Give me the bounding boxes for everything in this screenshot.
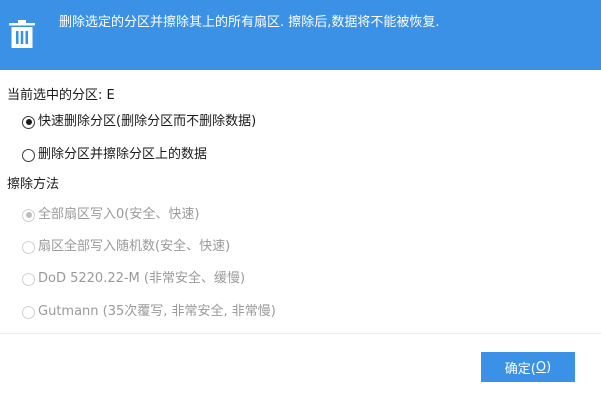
radio-button <box>22 208 35 222</box>
radio-label: 全部扇区写入0(安全、快速) <box>38 207 200 222</box>
radio-button[interactable] <box>22 115 35 129</box>
radio-label: 删除分区并擦除分区上的数据 <box>38 147 208 162</box>
radio-label: 扇区全部写入随机数(安全、快速) <box>38 239 231 254</box>
radio-button <box>22 272 35 286</box>
ok-button[interactable]: 确定(O) <box>481 352 575 382</box>
radio-button <box>22 305 35 319</box>
radio-quick-delete[interactable]: 快速删除分区(删除分区而不删除数据) <box>22 113 256 131</box>
trash-icon <box>9 20 35 48</box>
radio-wipe-random: 扇区全部写入随机数(安全、快速) <box>22 238 230 256</box>
radio-wipe-dod: DoD 5220.22-M (非常安全、缓慢) <box>22 270 245 288</box>
ok-button-hotkey: O <box>535 359 547 375</box>
radio-wipe-gutmann: Gutmann (35次覆写, 非常安全, 非常慢) <box>22 303 276 321</box>
footer-divider <box>0 333 601 334</box>
ok-button-label: 确定( <box>504 361 536 377</box>
header-message: 删除选定的分区并擦除其上的所有扇区. 擦除后,数据将不能被恢复. <box>59 15 440 30</box>
radio-button <box>22 240 35 254</box>
radio-label: 快速删除分区(删除分区而不删除数据) <box>38 114 257 129</box>
selected-partition-line: 当前选中的分区: E <box>7 87 115 105</box>
ok-button-suffix: ) <box>546 359 552 375</box>
radio-delete-and-wipe[interactable]: 删除分区并擦除分区上的数据 <box>22 146 207 164</box>
header-banner: 删除选定的分区并擦除其上的所有扇区. 擦除后,数据将不能被恢复. <box>0 0 601 70</box>
radio-label: DoD 5220.22-M (非常安全、缓慢) <box>38 271 246 286</box>
radio-label: Gutmann (35次覆写, 非常安全, 非常慢) <box>38 304 276 319</box>
selected-partition-value: E <box>106 88 115 103</box>
radio-wipe-zero: 全部扇区写入0(安全、快速) <box>22 206 199 224</box>
radio-button[interactable] <box>22 148 35 162</box>
selected-partition-label: 当前选中的分区: <box>7 88 103 103</box>
wipe-method-title: 擦除方法 <box>7 177 60 192</box>
